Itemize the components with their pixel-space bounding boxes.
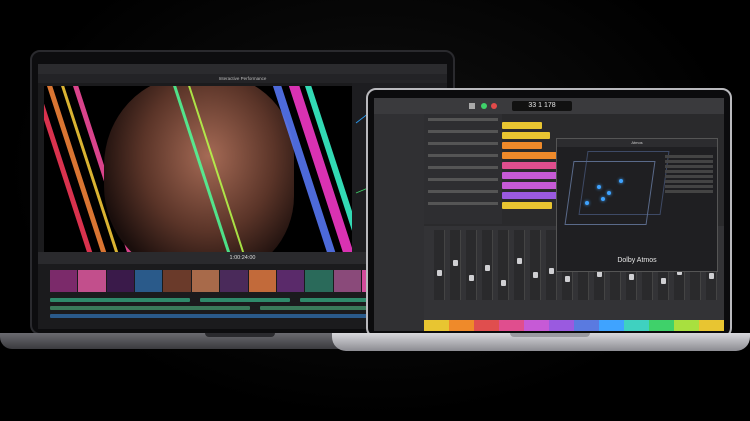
inspector-sidebar[interactable] <box>374 114 424 331</box>
laptop-right: 33 1 178 Atmos Dolby Atmos <box>366 88 732 338</box>
daw-screen: 33 1 178 Atmos Dolby Atmos <box>374 98 724 331</box>
laptop-left-base <box>0 333 360 349</box>
object-dot[interactable] <box>601 197 605 201</box>
object-dot[interactable] <box>585 201 589 205</box>
object-list[interactable] <box>665 153 713 233</box>
atmos-panner-window[interactable]: Atmos Dolby Atmos <box>556 138 718 272</box>
laptop-left-notch <box>205 333 275 337</box>
object-dot[interactable] <box>607 191 611 195</box>
control-bar: 33 1 178 <box>374 98 724 114</box>
face-image <box>104 86 294 252</box>
record-icon <box>491 103 497 109</box>
object-dot[interactable] <box>597 185 601 189</box>
lcd-display: 33 1 178 <box>512 101 572 111</box>
video-viewer[interactable] <box>44 86 352 252</box>
laptop-right-notch <box>510 333 590 337</box>
object-dot[interactable] <box>619 179 623 183</box>
stop-icon <box>469 103 475 109</box>
viewer-title: Interactive Performance <box>38 74 447 83</box>
dolby-atmos-label: Dolby Atmos <box>617 257 657 264</box>
track-color-bar <box>424 320 724 331</box>
transport-controls[interactable] <box>374 98 504 114</box>
play-icon <box>481 103 487 109</box>
atmos-panel-title: Atmos <box>557 139 717 147</box>
editor-menubar <box>38 64 447 74</box>
track-headers[interactable] <box>424 114 502 224</box>
stage: Interactive Performance 1:00:24:00 33 1 … <box>0 0 750 421</box>
